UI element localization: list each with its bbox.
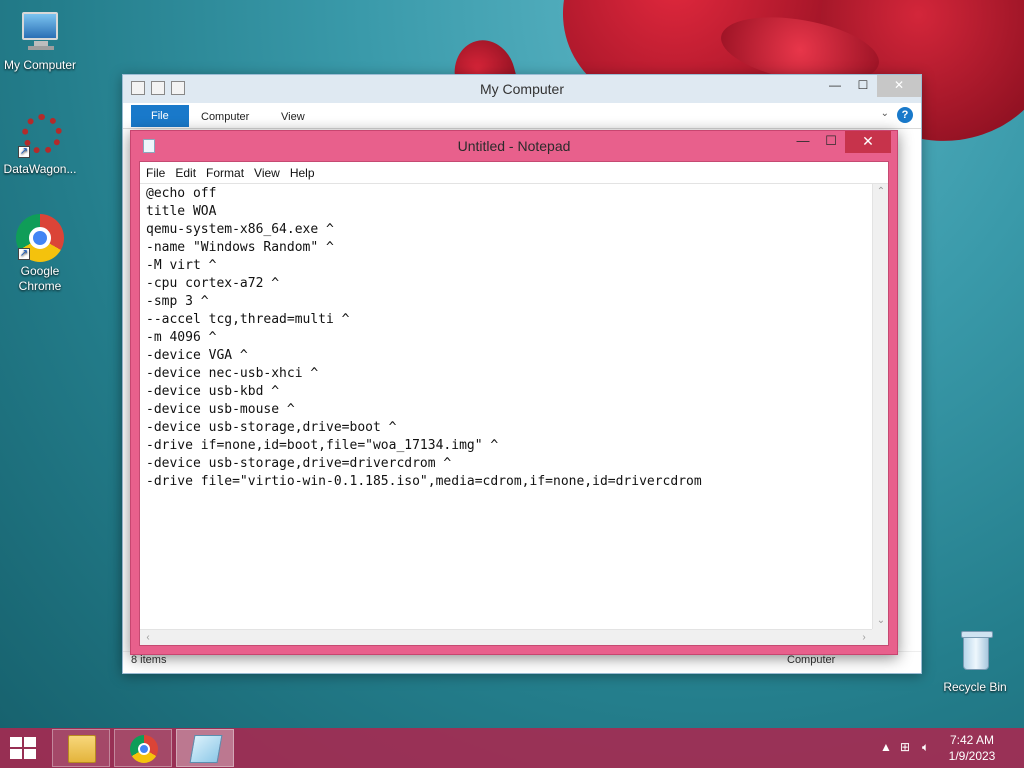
- desktop-icon-datawagon[interactable]: ↗ DataWagon...: [0, 112, 80, 177]
- vertical-scrollbar[interactable]: ⌃ ⌄: [872, 184, 888, 629]
- tab-file[interactable]: File: [131, 105, 189, 127]
- maximize-button[interactable]: ☐: [849, 75, 877, 97]
- scroll-left-icon[interactable]: ‹: [140, 630, 156, 646]
- clock-date: 1/9/2023: [948, 749, 996, 763]
- menu-bar: File Edit Format View Help: [140, 162, 888, 184]
- menu-format[interactable]: Format: [206, 166, 250, 180]
- desktop-icon-label: Google Chrome: [18, 264, 62, 293]
- recycle-bin-icon: [951, 630, 999, 678]
- notepad-window[interactable]: Untitled - Notepad — ☐ ✕ File Edit Forma…: [130, 130, 898, 655]
- explorer-titlebar[interactable]: My Computer — ☐ ✕: [123, 75, 921, 103]
- taskbar-notepad[interactable]: [176, 729, 234, 767]
- desktop-icon-recycle-bin[interactable]: Recycle Bin: [935, 630, 1015, 695]
- system-tray: ▲ ⊞ 🔈︎ 7:42 AM 1/9/2023: [864, 728, 1024, 768]
- clock-time: 7:42 AM: [949, 733, 995, 747]
- taskbar: ▲ ⊞ 🔈︎ 7:42 AM 1/9/2023: [0, 728, 1024, 768]
- status-location: Computer: [787, 654, 836, 666]
- tab-computer[interactable]: Computer: [189, 107, 261, 127]
- shortcut-arrow-icon: ↗: [18, 146, 30, 158]
- volume-icon[interactable]: 🔈︎: [922, 740, 929, 755]
- scroll-right-icon[interactable]: ›: [856, 630, 872, 646]
- help-icon[interactable]: ?: [897, 107, 913, 123]
- menu-edit[interactable]: Edit: [175, 166, 202, 180]
- network-icon[interactable]: ⊞: [900, 740, 910, 754]
- window-title: My Computer: [479, 81, 565, 97]
- notepad-titlebar[interactable]: Untitled - Notepad — ☐ ✕: [131, 131, 897, 161]
- desktop-icon-label: DataWagon...: [3, 162, 77, 176]
- shortcut-arrow-icon: ↗: [18, 248, 30, 260]
- window-title: Untitled - Notepad: [457, 138, 571, 154]
- start-button[interactable]: [10, 737, 38, 759]
- close-button[interactable]: ✕: [845, 131, 891, 153]
- close-button[interactable]: ✕: [877, 75, 921, 97]
- scroll-up-icon[interactable]: ⌃: [873, 184, 889, 200]
- folder-icon: [68, 735, 96, 763]
- show-hidden-icons-icon[interactable]: ▲: [880, 740, 892, 754]
- item-count: 8 items: [131, 654, 167, 666]
- notepad-icon: [189, 735, 223, 763]
- desktop-icon-label: Recycle Bin: [943, 680, 1007, 694]
- chrome-icon: [130, 735, 158, 763]
- chevron-down-icon[interactable]: ⌄: [881, 108, 889, 119]
- minimize-button[interactable]: —: [821, 75, 849, 97]
- taskbar-chrome[interactable]: [114, 729, 172, 767]
- clock[interactable]: 7:42 AM 1/9/2023: [942, 732, 1002, 764]
- datawagon-icon: ↗: [16, 112, 64, 160]
- taskbar-file-explorer[interactable]: [52, 729, 110, 767]
- desktop-icon-my-computer[interactable]: My Computer: [0, 8, 80, 73]
- desktop-icon-google-chrome[interactable]: ↗ Google Chrome: [0, 214, 80, 294]
- menu-help[interactable]: Help: [290, 166, 321, 180]
- menu-view[interactable]: View: [254, 166, 286, 180]
- tab-view[interactable]: View: [269, 107, 317, 127]
- menu-file[interactable]: File: [146, 166, 171, 180]
- desktop-icon-label: My Computer: [3, 58, 77, 72]
- computer-icon: [16, 8, 64, 56]
- horizontal-scrollbar[interactable]: ‹ ›: [140, 629, 872, 645]
- minimize-button[interactable]: —: [789, 131, 817, 153]
- scroll-down-icon[interactable]: ⌄: [873, 613, 889, 629]
- notepad-client: File Edit Format View Help @echo off tit…: [139, 161, 889, 646]
- text-editor[interactable]: @echo off title WOA qemu-system-x86_64.e…: [140, 184, 872, 629]
- scrollbar-corner: [872, 629, 888, 645]
- maximize-button[interactable]: ☐: [817, 131, 845, 153]
- chrome-icon: ↗: [16, 214, 64, 262]
- ribbon-tabs: File Computer View ⌄ ?: [123, 103, 921, 129]
